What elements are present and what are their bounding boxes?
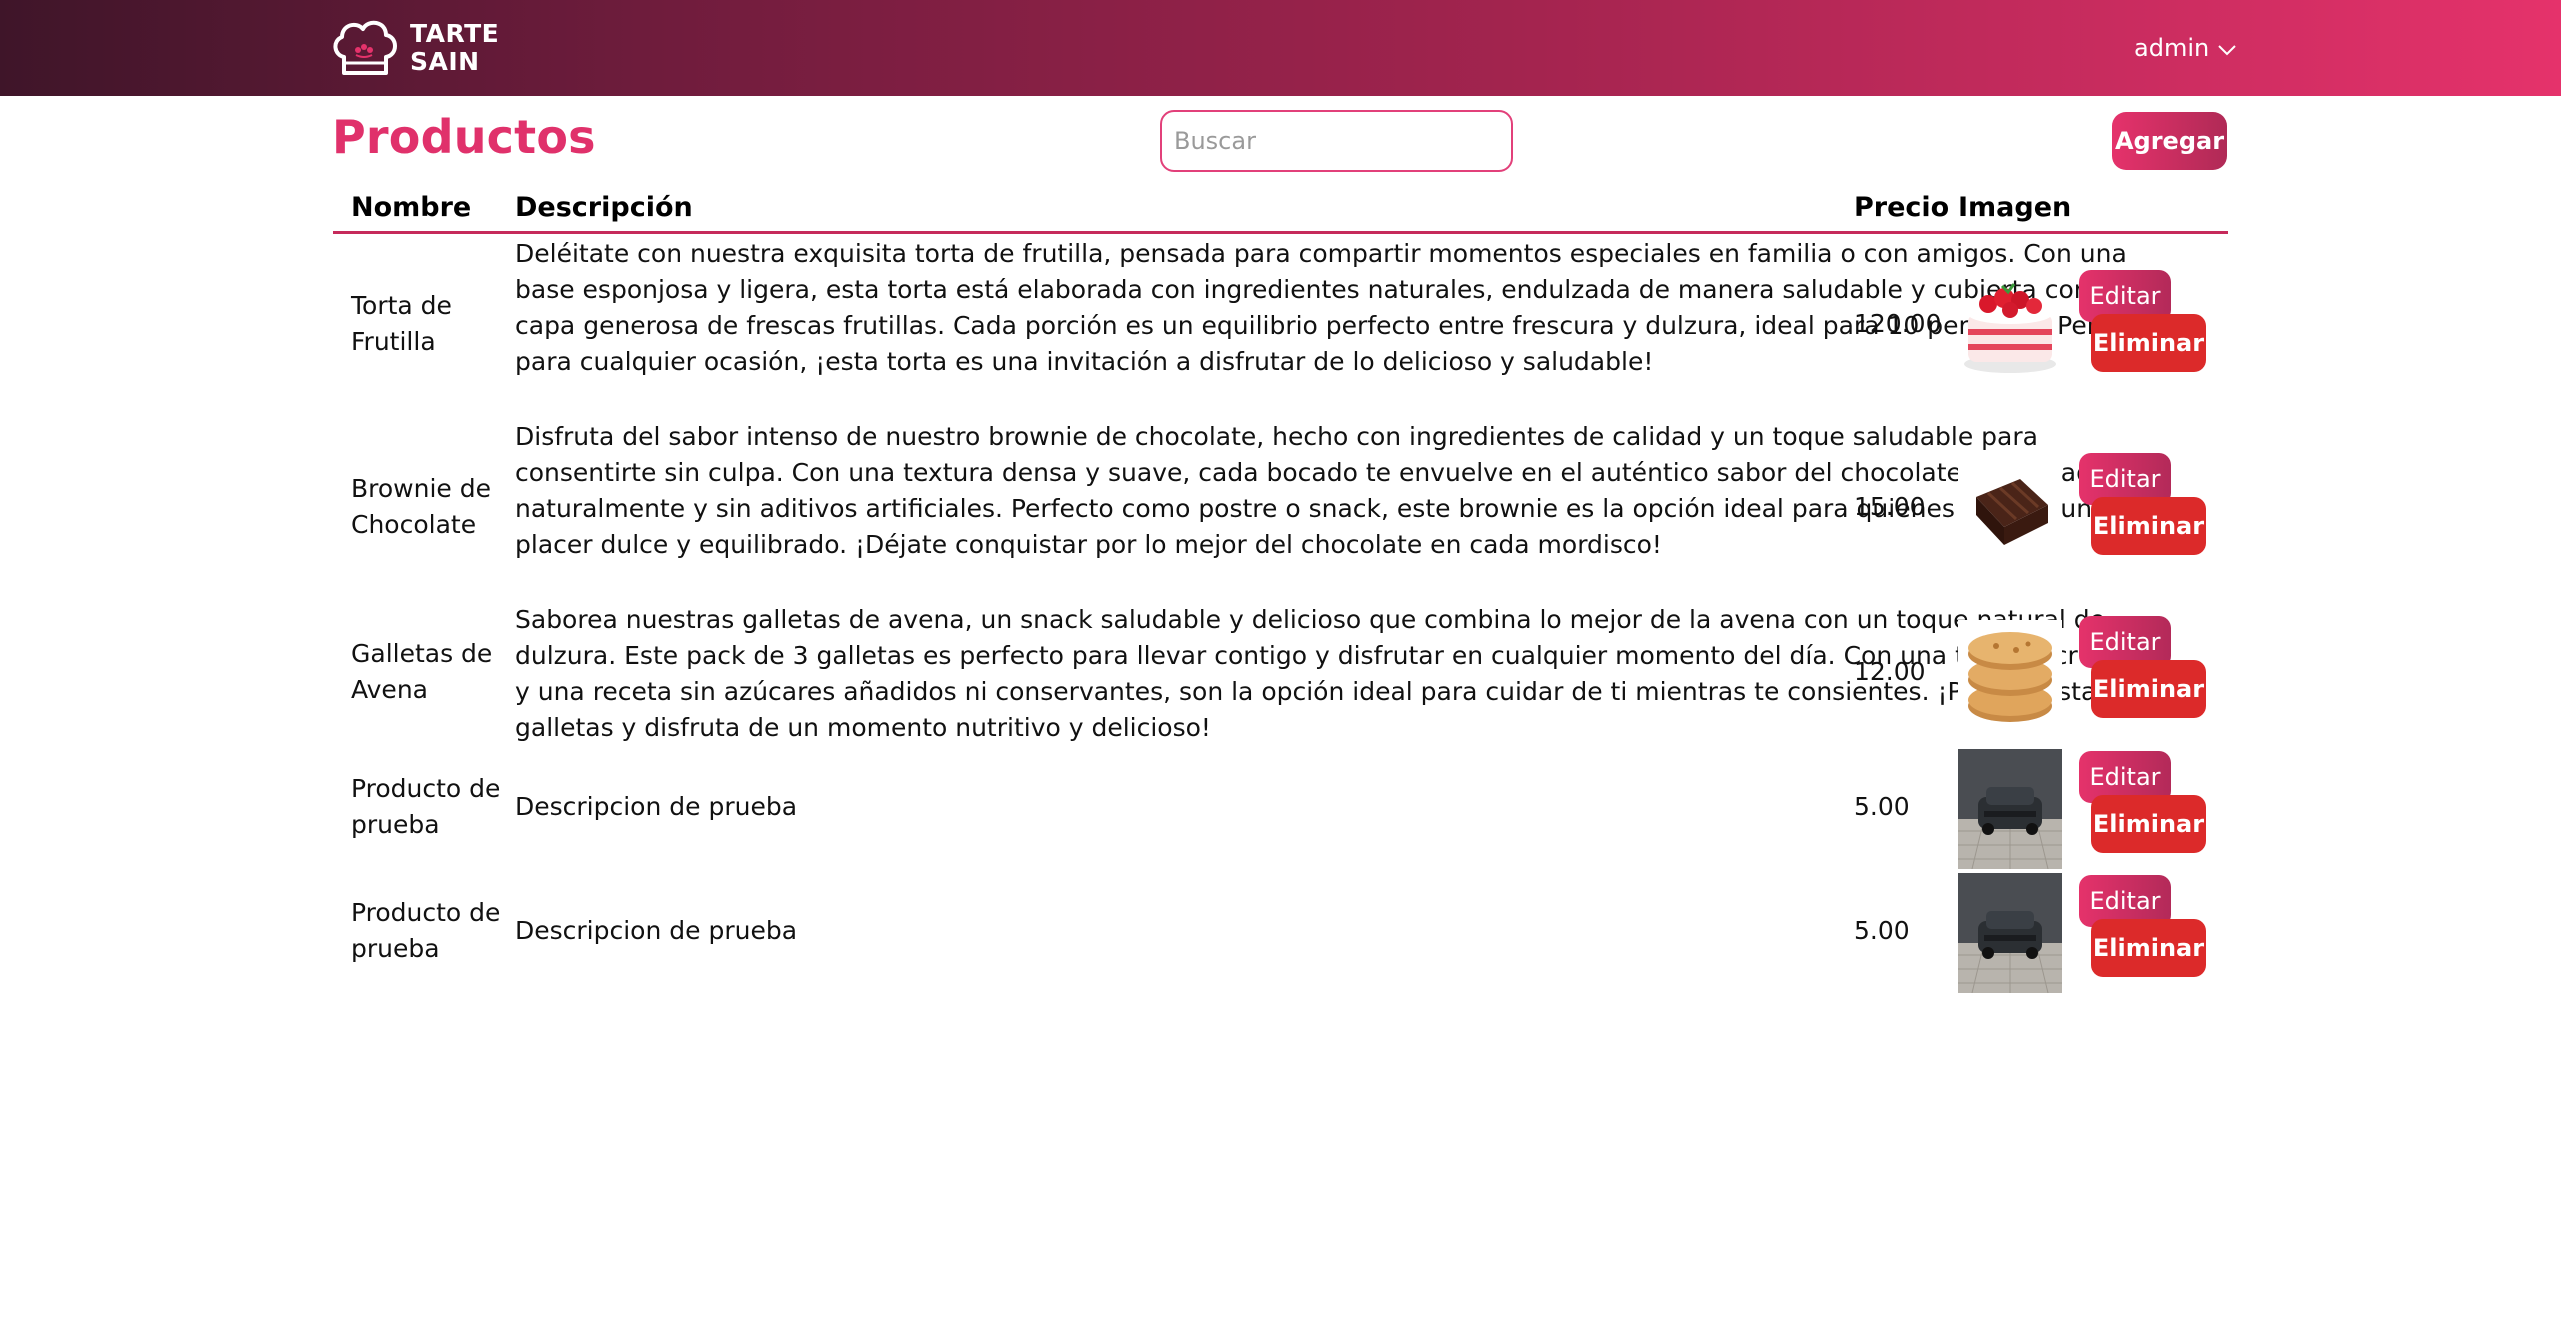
top-navbar: TARTE SAIN admin [0,0,2561,96]
header-name: Nombre [351,192,472,223]
product-price: 120.00 [1854,309,1942,338]
strawberry-cake-image [1958,274,2062,378]
delete-button[interactable]: Eliminar [2091,314,2206,372]
table-row: Torta de Frutilla Deléitate con nuestra … [333,234,2228,417]
product-price: 5.00 [1854,916,1910,945]
table-row: Producto de prueba Descripcion de prueba… [333,871,2228,995]
page-title: Productos [332,110,596,164]
brownie-image [1958,457,2062,561]
table-row: Producto de prueba Descripcion de prueba… [333,747,2228,871]
brand-line-2: SAIN [410,47,480,76]
header-description: Descripción [515,192,693,223]
header-image: Imagen [1958,192,2072,223]
product-description: Descripcion de prueba [515,916,798,945]
search-input[interactable] [1160,110,1513,172]
user-menu-label: admin [2134,34,2210,62]
brand-line-1: TARTE [410,19,500,48]
product-price: 12.00 [1854,657,1926,686]
car-photo-image [1958,749,2062,869]
products-table: Nombre Descripción Precio Imagen Torta d… [333,188,2228,995]
product-price: 15.00 [1854,492,1926,521]
table-header: Nombre Descripción Precio Imagen [333,188,2228,234]
table-row: Brownie de Chocolate Disfruta del sabor … [333,417,2228,600]
add-product-button[interactable]: Agregar [2112,112,2227,170]
product-name: Producto de prueba [351,898,501,963]
product-name: Torta de Frutilla [351,291,452,356]
table-row: Galletas de Avena Saborea nuestras galle… [333,600,2228,747]
delete-button[interactable]: Eliminar [2091,919,2206,977]
product-description: Descripcion de prueba [515,792,798,821]
chevron-down-icon [2218,45,2236,56]
product-name: Brownie de Chocolate [351,474,491,539]
product-price: 5.00 [1854,792,1910,821]
product-name: Producto de prueba [351,774,501,839]
delete-button[interactable]: Eliminar [2091,795,2206,853]
product-description: Saborea nuestras galletas de avena, un s… [515,605,2164,742]
product-name: Galletas de Avena [351,639,493,704]
oat-cookies-image [1958,620,2062,730]
car-photo-image [1958,873,2062,993]
brand-logo[interactable]: TARTE SAIN [330,17,499,79]
chef-hat-icon [333,20,397,75]
header-price: Precio [1854,192,1950,223]
delete-button[interactable]: Eliminar [2091,497,2206,555]
delete-button[interactable]: Eliminar [2091,660,2206,718]
user-menu-dropdown[interactable]: admin [2134,30,2237,66]
brand-name: TARTE SAIN [410,20,499,76]
product-description: Disfruta del sabor intenso de nuestro br… [515,422,2108,559]
